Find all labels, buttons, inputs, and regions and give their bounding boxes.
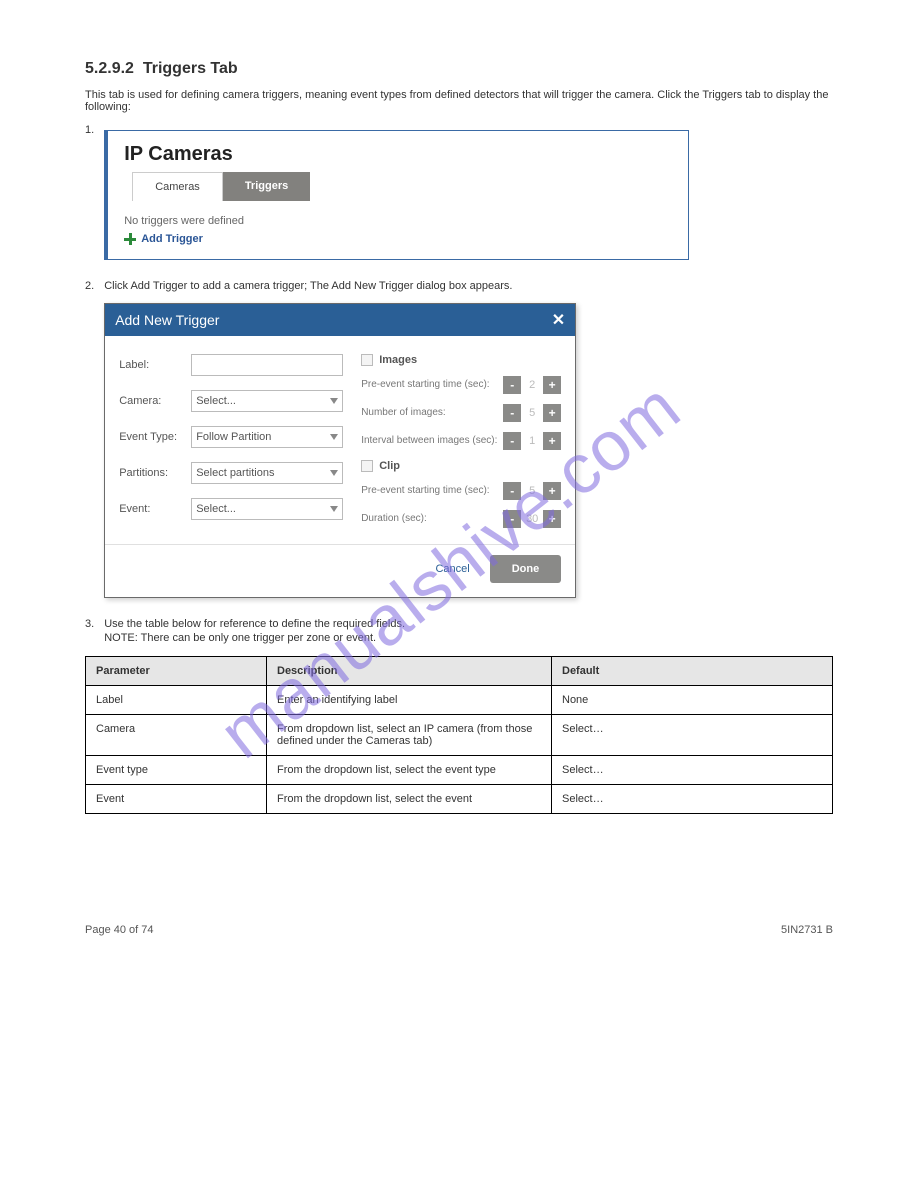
add-trigger-label: Add Trigger bbox=[141, 233, 203, 245]
chevron-down-icon bbox=[330, 434, 338, 440]
parameters-table: Parameter Description Default Label Ente… bbox=[85, 656, 833, 814]
cell: None bbox=[552, 686, 833, 715]
duration-label: Duration (sec): bbox=[361, 513, 503, 525]
th-description: Description bbox=[267, 657, 552, 686]
add-trigger-button[interactable]: Add Trigger bbox=[108, 229, 688, 245]
panel-title: IP Cameras bbox=[108, 143, 688, 172]
minus-icon[interactable]: - bbox=[503, 482, 521, 500]
preevent-images-label: Pre-event starting time (sec): bbox=[361, 379, 503, 391]
camera-field-label: Camera: bbox=[119, 395, 191, 407]
partitions-field-label: Partitions: bbox=[119, 467, 191, 479]
done-button[interactable]: Done bbox=[490, 555, 562, 583]
partitions-select-value: Select partitions bbox=[196, 467, 274, 479]
cell: From the dropdown list, select the event bbox=[267, 785, 552, 814]
event-select-value: Select... bbox=[196, 503, 236, 515]
clip-section-header: Clip bbox=[361, 460, 561, 472]
event-field-label: Event: bbox=[119, 503, 191, 515]
label-field-label: Label: bbox=[119, 359, 191, 371]
minus-icon[interactable]: - bbox=[503, 432, 521, 450]
camera-select-value: Select... bbox=[196, 395, 236, 407]
plus-icon[interactable]: + bbox=[543, 404, 561, 422]
clip-checkbox[interactable] bbox=[361, 460, 373, 472]
cell: From dropdown list, select an IP camera … bbox=[267, 715, 552, 756]
clip-section-label: Clip bbox=[379, 460, 400, 472]
preevent-clip-value: 5 bbox=[521, 485, 543, 497]
step-3-note: NOTE: There can be only one trigger per … bbox=[104, 632, 833, 644]
step-3-marker: 3. bbox=[85, 618, 94, 650]
cell: Select… bbox=[552, 715, 833, 756]
partitions-select[interactable]: Select partitions bbox=[191, 462, 343, 484]
tab-triggers[interactable]: Triggers bbox=[223, 172, 310, 201]
modal-header: Add New Trigger ✕ bbox=[105, 304, 575, 336]
no-triggers-text: No triggers were defined bbox=[108, 215, 688, 229]
duration-stepper[interactable]: - 30 + bbox=[503, 510, 561, 528]
plus-icon[interactable]: + bbox=[543, 482, 561, 500]
minus-icon[interactable]: - bbox=[503, 376, 521, 394]
interval-stepper[interactable]: - 1 + bbox=[503, 432, 561, 450]
camera-select[interactable]: Select... bbox=[191, 390, 343, 412]
chevron-down-icon bbox=[330, 506, 338, 512]
section-heading: 5.2.9.2 Triggers Tab bbox=[85, 60, 833, 78]
numimages-label: Number of images: bbox=[361, 407, 503, 419]
section-title: Triggers Tab bbox=[143, 60, 238, 77]
step-1-marker: 1. bbox=[85, 124, 94, 260]
tab-bar: Cameras Triggers bbox=[132, 172, 688, 201]
minus-icon[interactable]: - bbox=[503, 404, 521, 422]
step-3-text: Use the table below for reference to def… bbox=[104, 618, 833, 630]
plus-icon[interactable]: + bbox=[543, 432, 561, 450]
close-icon[interactable]: ✕ bbox=[552, 310, 565, 330]
th-default: Default bbox=[552, 657, 833, 686]
table-row: Event From the dropdown list, select the… bbox=[86, 785, 833, 814]
plus-icon[interactable]: + bbox=[543, 510, 561, 528]
eventtype-select[interactable]: Follow Partition bbox=[191, 426, 343, 448]
label-input[interactable] bbox=[191, 354, 343, 376]
ip-cameras-panel: IP Cameras Cameras Triggers No triggers … bbox=[104, 130, 689, 260]
cell: Select… bbox=[552, 756, 833, 785]
table-row: Label Enter an identifying label None bbox=[86, 686, 833, 715]
cell: Camera bbox=[86, 715, 267, 756]
interval-value: 1 bbox=[521, 435, 543, 447]
page-footer-left: Page 40 of 74 bbox=[85, 924, 154, 936]
tab-cameras[interactable]: Cameras bbox=[132, 172, 223, 201]
plus-icon bbox=[124, 233, 136, 245]
page-footer-right: 5IN2731 B bbox=[781, 924, 833, 936]
images-section-label: Images bbox=[379, 354, 417, 366]
event-select[interactable]: Select... bbox=[191, 498, 343, 520]
step-2-text: Click Add Trigger to add a camera trigge… bbox=[104, 280, 833, 292]
eventtype-field-label: Event Type: bbox=[119, 431, 191, 443]
plus-icon[interactable]: + bbox=[543, 376, 561, 394]
cell: Enter an identifying label bbox=[267, 686, 552, 715]
modal-title: Add New Trigger bbox=[115, 312, 219, 328]
images-checkbox[interactable] bbox=[361, 354, 373, 366]
cell: Select… bbox=[552, 785, 833, 814]
cell: From the dropdown list, select the event… bbox=[267, 756, 552, 785]
section-intro: This tab is used for defining camera tri… bbox=[85, 89, 833, 113]
interval-label: Interval between images (sec): bbox=[361, 435, 503, 447]
images-section-header: Images bbox=[361, 354, 561, 366]
table-row: Event type From the dropdown list, selec… bbox=[86, 756, 833, 785]
minus-icon[interactable]: - bbox=[503, 510, 521, 528]
eventtype-select-value: Follow Partition bbox=[196, 431, 271, 443]
chevron-down-icon bbox=[330, 398, 338, 404]
table-row: Camera From dropdown list, select an IP … bbox=[86, 715, 833, 756]
numimages-stepper[interactable]: - 5 + bbox=[503, 404, 561, 422]
preevent-images-stepper[interactable]: - 2 + bbox=[503, 376, 561, 394]
cell: Label bbox=[86, 686, 267, 715]
add-trigger-modal: Add New Trigger ✕ Label: Camera: Select.… bbox=[104, 303, 576, 598]
cancel-button[interactable]: Cancel bbox=[435, 563, 469, 575]
preevent-images-value: 2 bbox=[521, 379, 543, 391]
cell: Event type bbox=[86, 756, 267, 785]
numimages-value: 5 bbox=[521, 407, 543, 419]
preevent-clip-label: Pre-event starting time (sec): bbox=[361, 485, 503, 497]
cell: Event bbox=[86, 785, 267, 814]
duration-value: 30 bbox=[521, 513, 543, 525]
th-parameter: Parameter bbox=[86, 657, 267, 686]
preevent-clip-stepper[interactable]: - 5 + bbox=[503, 482, 561, 500]
section-number: 5.2.9.2 bbox=[85, 60, 134, 77]
chevron-down-icon bbox=[330, 470, 338, 476]
step-2-marker: 2. bbox=[85, 280, 94, 598]
